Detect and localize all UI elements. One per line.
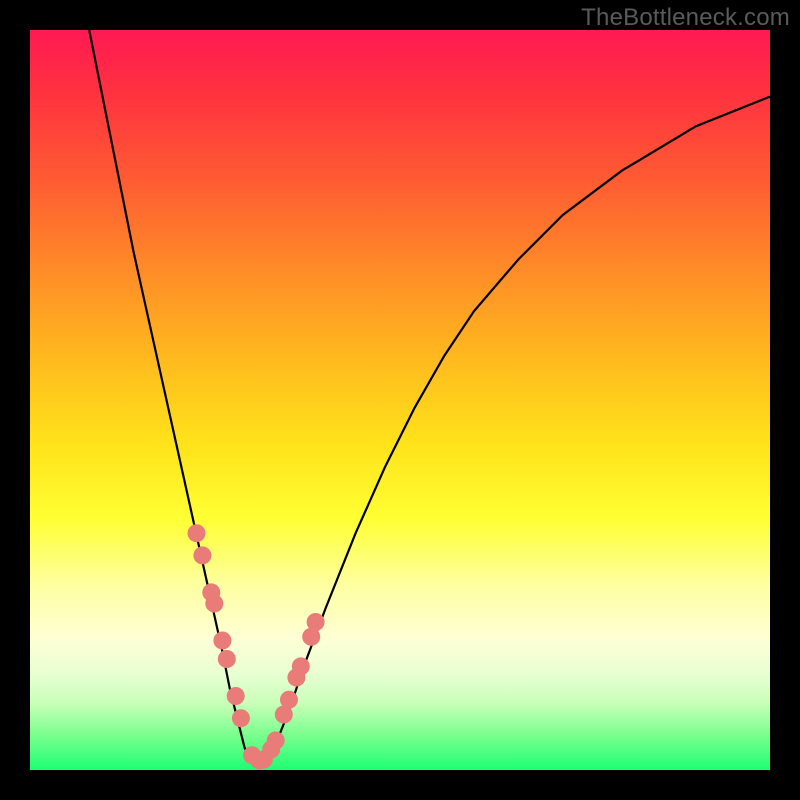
bottleneck-curve <box>89 30 770 766</box>
highlight-dot <box>213 632 231 650</box>
highlight-dot <box>280 691 298 709</box>
curve-layer <box>30 30 770 770</box>
highlight-dot <box>267 731 285 749</box>
highlight-dot <box>188 524 206 542</box>
highlight-dot <box>193 546 211 564</box>
highlight-dot <box>292 657 310 675</box>
plot-area <box>30 30 770 770</box>
highlight-dot <box>218 650 236 668</box>
highlight-dot <box>227 687 245 705</box>
highlight-dots <box>188 524 325 769</box>
highlight-dot <box>205 595 223 613</box>
highlight-dot <box>307 613 325 631</box>
highlight-dot <box>232 709 250 727</box>
watermark-text: TheBottleneck.com <box>581 4 790 32</box>
chart-frame: TheBottleneck.com <box>0 0 800 800</box>
